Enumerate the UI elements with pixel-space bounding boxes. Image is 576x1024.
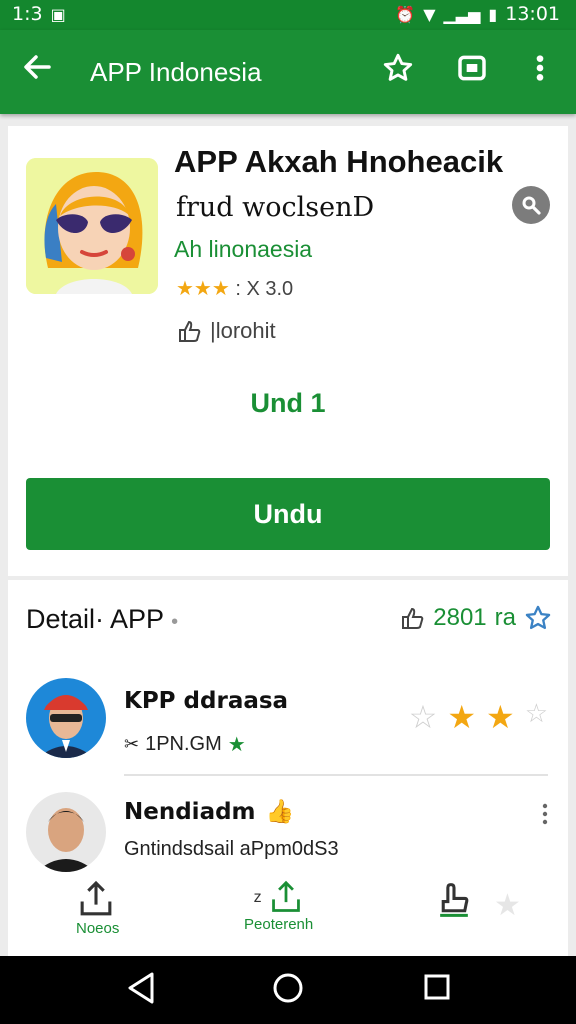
action-prefix: z <box>253 889 262 906</box>
star-empty-icon[interactable]: ☆ <box>525 698 548 736</box>
review-name: Nendiadm <box>124 798 256 825</box>
app-name: APP Akxah Hnoheacik <box>174 144 504 179</box>
app-subtitle: frud woclsenD <box>176 192 375 223</box>
mid-label[interactable]: Und 1 <box>8 388 568 419</box>
review-star-rating[interactable]: ☆ ★ ★ ☆ <box>409 698 548 736</box>
category-label: |lorohit <box>210 318 276 343</box>
signal-icon: ▁▃▅ <box>443 4 481 24</box>
install-button[interactable]: Undu <box>26 478 550 550</box>
app-bar: APP Indonesia <box>0 30 576 114</box>
tag-icon: ✂ <box>124 734 140 754</box>
notification-icon: ▣ <box>50 4 66 24</box>
more-vert-icon[interactable] <box>540 802 550 831</box>
status-right: ⏰ ▼ ▁▃▅ ▮ 13:01 <box>395 3 560 25</box>
status-time-left: 1:3 <box>12 3 43 25</box>
thumb-icon <box>179 320 201 342</box>
developer-name[interactable]: Ah linonaesia <box>174 236 312 263</box>
android-nav-recent-icon[interactable] <box>422 970 452 1015</box>
status-left: 1:3 ▣ <box>12 3 66 25</box>
info-badge-icon[interactable] <box>512 186 550 224</box>
square-icon[interactable] <box>456 52 488 93</box>
wifi-icon: ▼ <box>423 4 436 24</box>
action-label: Noeos <box>76 920 120 937</box>
rating-stars: ★★★ <box>176 278 230 300</box>
back-arrow-icon[interactable] <box>22 52 52 89</box>
bottom-actions: Noeos z Peoterenh ★ <box>8 880 568 946</box>
hand-icon <box>440 883 469 917</box>
rating: ★★★ : X 3.0 <box>176 276 293 301</box>
app-icon[interactable] <box>26 158 158 294</box>
share-icon <box>80 880 112 916</box>
avatar[interactable] <box>26 792 106 872</box>
app-bar-title: APP Indonesia <box>90 57 262 87</box>
android-nav-back-icon[interactable] <box>126 970 156 1015</box>
divider <box>124 774 548 776</box>
status-bar: 1:3 ▣ ⏰ ▼ ▁▃▅ ▮ 13:01 <box>0 0 576 30</box>
star-filled-icon[interactable]: ★ <box>486 698 515 736</box>
action-icon-row: z <box>244 880 313 916</box>
details-card: Detail· APP • 2801 ra KPP ddraasa ✂ 1PN.… <box>8 580 568 956</box>
star-empty-icon[interactable]: ☆ <box>409 698 438 736</box>
review-meta: Gntindsdsail aPpm0dS3 <box>124 838 339 860</box>
like-icon: 👍 <box>265 799 295 825</box>
battery-icon: ▮ <box>488 4 498 24</box>
star-outline-blue-icon[interactable] <box>524 604 552 632</box>
details-title: Detail· APP • <box>26 604 178 635</box>
review-name: KPP ddraasa <box>124 688 289 714</box>
app-info-card: APP Akxah Hnoheacik frud woclsenD Ah lin… <box>8 126 568 576</box>
star-outline-icon[interactable] <box>382 52 414 93</box>
rating-text: : X 3.0 <box>235 278 294 300</box>
action-peoterenh[interactable]: z Peoterenh <box>244 880 313 934</box>
avatar[interactable] <box>26 678 106 758</box>
details-title-text: Detail· APP <box>26 604 164 634</box>
details-right[interactable]: 2801 ra <box>399 604 552 632</box>
category: |lorohit <box>176 318 276 344</box>
upload-icon <box>271 880 300 912</box>
more-vert-icon[interactable] <box>530 52 550 93</box>
review-meta: ✂ 1PN.GM ★ <box>124 732 246 757</box>
system-nav-bar <box>0 956 576 1024</box>
action-label: Peoterenh <box>244 916 314 933</box>
review-meta-text: 1PN.GM <box>145 733 222 755</box>
action-noeos[interactable]: Noeos <box>76 880 119 938</box>
details-suffix: ra <box>494 604 516 631</box>
green-star-icon: ★ <box>227 734 246 756</box>
details-count: 2801 <box>433 604 487 631</box>
thumb-up-icon <box>402 607 424 629</box>
action-third[interactable] <box>434 880 474 920</box>
faded-star-icon: ★ <box>494 889 521 922</box>
details-dot: • <box>171 611 179 633</box>
review-name-row: Nendiadm 👍 <box>124 798 295 826</box>
star-filled-icon[interactable]: ★ <box>447 698 476 736</box>
status-time-right: 13:01 <box>505 3 560 25</box>
alarm-icon: ⏰ <box>395 4 416 24</box>
android-nav-home-icon[interactable] <box>272 970 304 1015</box>
